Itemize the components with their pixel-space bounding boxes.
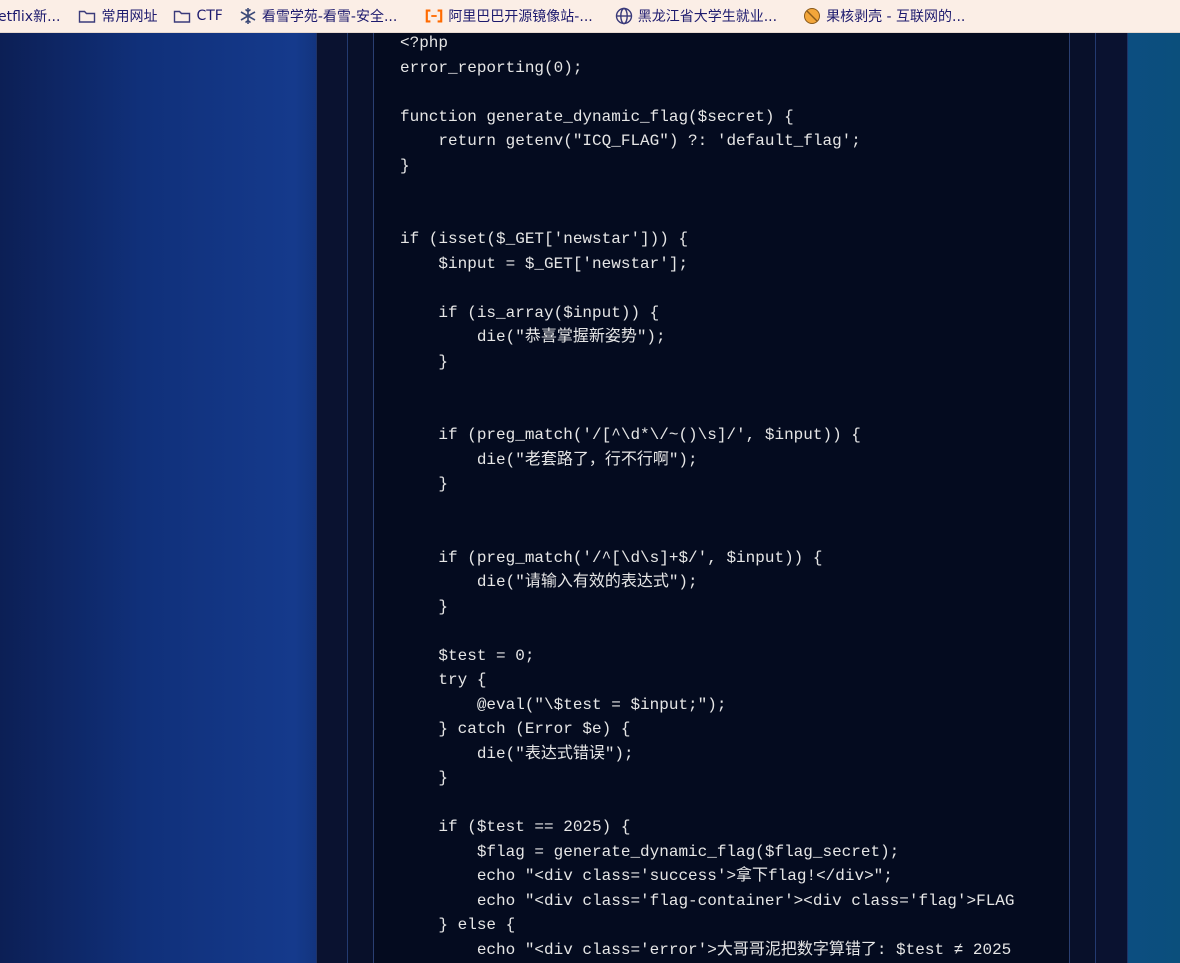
bookmark-aliyun-mirror[interactable]: 阿里巴巴开源镜像站-...	[425, 0, 593, 32]
code-line: function generate_dynamic_flag($secret) …	[400, 107, 794, 126]
code-line: if (preg_match('/^[\d\s]+$/', $input)) {	[400, 548, 823, 567]
code-line: $input = $_GET['newstar'];	[400, 254, 689, 273]
bookmark-label: 看雪学苑-看雪-安全...	[261, 9, 398, 25]
code-line: }	[400, 475, 449, 493]
code-line: } else {	[400, 916, 516, 934]
code-line: echo "<div class='success'>拿下flag!</div>…	[400, 867, 893, 885]
bookmark-folder-common-sites[interactable]: 常用网址	[78, 0, 157, 32]
snowflake-icon	[239, 7, 257, 25]
aliyun-icon	[425, 7, 443, 25]
folder-icon	[173, 7, 191, 25]
code-line: return getenv("ICQ_FLAG") ?: 'default_fl…	[400, 132, 861, 150]
code-line: } catch (Error $e) {	[400, 720, 631, 738]
source-code-block: <?php error_reporting(0); function generat…	[373, 33, 1070, 963]
code-line: echo "<div class='error'>大哥哥泥把数字算错了: $te…	[400, 940, 1012, 959]
bookmark-label: etflix新...	[0, 9, 61, 25]
bookmark-guokr[interactable]: 果核剥壳 - 互联网的...	[803, 0, 965, 32]
bookmark-label: 常用网址	[101, 9, 158, 25]
code-line: die("请输入有效的表达式");	[400, 573, 698, 591]
bookmark-label: CTF	[196, 8, 223, 24]
code-line: <?php	[400, 34, 449, 52]
code-line: }	[400, 597, 449, 616]
code-line: die("恭喜掌握新姿势");	[400, 328, 666, 346]
bookmark-netflix[interactable]: etflix新...	[0, 0, 60, 32]
code-line: if (preg_match('/[^\d*\/~()\s]/', $input…	[400, 426, 861, 444]
folder-icon	[78, 7, 96, 25]
code-line: }	[400, 156, 410, 175]
code-line: @eval("\$test = $input;");	[400, 695, 727, 714]
code-line: error_reporting(0);	[400, 58, 583, 77]
bookmarks-bar: etflix新... 常用网址 CTF 看雪学苑-看雪-安全... 阿里巴巴开源…	[0, 0, 1180, 33]
code-line: }	[400, 769, 449, 787]
guokr-icon	[803, 7, 821, 25]
code-line: $flag = generate_dynamic_flag($flag_secr…	[400, 842, 900, 861]
globe-icon	[615, 7, 633, 25]
bookmark-hlj-employment[interactable]: 黑龙江省大学生就业...	[615, 0, 777, 32]
code-line: $test = 0;	[400, 646, 535, 665]
code-line: if ($test == 2025) {	[400, 818, 631, 836]
code-line: if (is_array($input)) {	[400, 303, 660, 322]
bookmark-folder-ctf[interactable]: CTF	[173, 0, 223, 32]
bookmark-kanxue[interactable]: 看雪学苑-看雪-安全...	[239, 0, 397, 32]
bookmark-label: 果核剥壳 - 互联网的...	[826, 9, 966, 25]
php-source-code: <?php error_reporting(0); function generat…	[400, 33, 1015, 962]
bookmark-label: 阿里巴巴开源镜像站-...	[448, 9, 593, 25]
code-line: die("表达式错误");	[400, 744, 634, 763]
code-line: try {	[400, 671, 487, 689]
code-line: echo "<div class='flag-container'><div c…	[400, 891, 1015, 910]
code-line: if (isset($_GET['newstar'])) {	[400, 230, 689, 248]
code-line: die("老套路了，行不行啊");	[400, 450, 698, 469]
bookmark-label: 黑龙江省大学生就业...	[637, 9, 778, 25]
code-line: }	[400, 352, 449, 371]
